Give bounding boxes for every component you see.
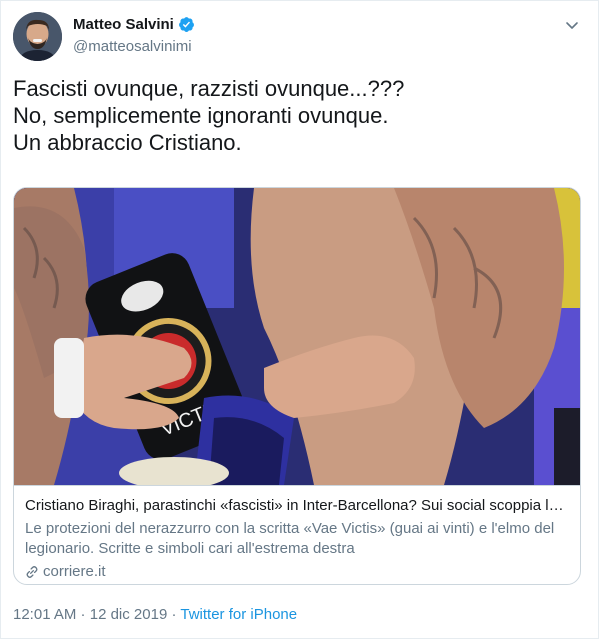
chevron-down-icon[interactable] <box>564 17 580 33</box>
tweet-date[interactable]: 12 dic 2019 <box>90 606 168 623</box>
card-description: Le protezioni del nerazzurro con la scri… <box>25 520 555 557</box>
card-domain: corriere.it <box>43 563 106 580</box>
card-domain-row: corriere.it <box>25 562 569 582</box>
verified-badge-icon <box>178 16 195 33</box>
avatar[interactable] <box>13 12 62 61</box>
tweet-time[interactable]: 12:01 AM <box>13 606 76 623</box>
tweet-line: Un abbraccio Cristiano. <box>13 130 242 155</box>
card-body: Cristiano Biraghi, parastinchi «fascisti… <box>14 485 580 584</box>
tweet-container: Matteo Salvini @matteosalvinimi Fascisti… <box>0 0 599 639</box>
card-image: VICTIS <box>14 188 580 485</box>
tweet-source-link[interactable]: Twitter for iPhone <box>180 606 297 623</box>
tweet-text: Fascisti ovunque, razzisti ovunque...???… <box>13 75 583 156</box>
avatar-image <box>13 12 62 61</box>
link-preview-card[interactable]: VICTIS Cristiano Biraghi, parastinchi «f… <box>13 187 581 585</box>
tweet-line: No, semplicemente ignoranti ovunque. <box>13 103 389 128</box>
card-title[interactable]: Cristiano Biraghi, parastinchi «fascisti… <box>25 496 569 516</box>
user-name[interactable]: Matteo Salvini <box>73 16 174 33</box>
link-icon <box>25 565 39 579</box>
meta-separator: · <box>76 606 90 623</box>
meta-separator: · <box>167 606 181 623</box>
tweet-line: Fascisti ovunque, razzisti ovunque...??? <box>13 76 405 101</box>
user-name-row: Matteo Salvini <box>73 16 195 33</box>
user-handle[interactable]: @matteosalvinimi <box>73 38 192 55</box>
tweet-meta: 12:01 AM · 12 dic 2019 · Twitter for iPh… <box>13 606 297 623</box>
